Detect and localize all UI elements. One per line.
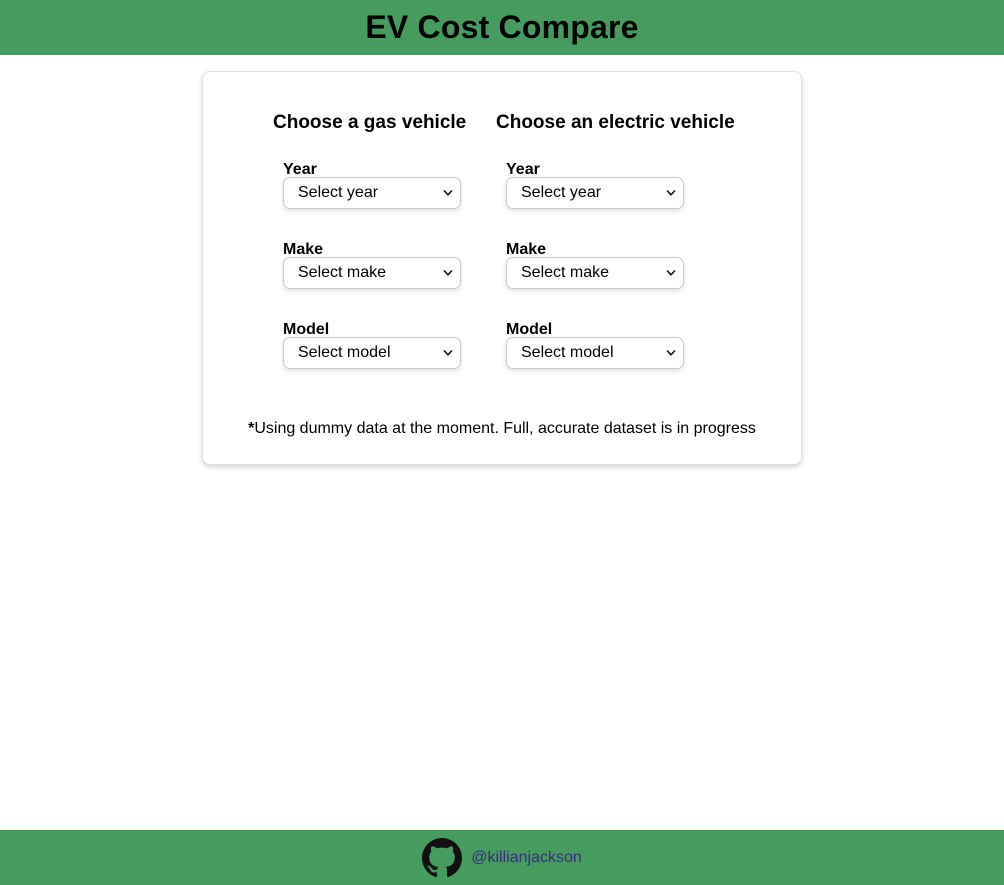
github-profile-link[interactable]: @killianjackson <box>422 837 582 878</box>
gas-model-select-value: Select model <box>298 344 391 361</box>
footer-bar: @killianjackson <box>0 830 1004 885</box>
gas-vehicle-heading: Choose a gas vehicle <box>273 112 467 133</box>
gas-year-select-value: Select year <box>298 184 379 201</box>
ev-model-select-value: Select model <box>521 344 614 361</box>
ev-year-field: Year Select year <box>506 160 684 209</box>
ev-year-select[interactable]: Select year <box>506 177 684 209</box>
github-handle: @killianjackson <box>471 848 582 866</box>
chevron-down-icon <box>443 350 453 356</box>
ev-make-select[interactable]: Select make <box>506 257 684 289</box>
note-text: Using dummy data at the moment. Full, ac… <box>254 420 756 437</box>
ev-model-field: Model Select model <box>506 320 684 369</box>
gas-model-field: Model Select model <box>283 320 461 369</box>
chevron-down-icon <box>443 190 453 196</box>
gas-year-field: Year Select year <box>283 160 461 209</box>
ev-model-select[interactable]: Select model <box>506 337 684 369</box>
gas-make-select-value: Select make <box>298 264 387 281</box>
page-title: EV Cost Compare <box>365 9 639 45</box>
chevron-down-icon <box>666 270 676 276</box>
page: EV Cost Compare Choose a gas vehicle Yea… <box>0 0 1004 885</box>
gas-make-select[interactable]: Select make <box>283 257 461 289</box>
chevron-down-icon <box>666 350 676 356</box>
gas-model-select[interactable]: Select model <box>283 337 461 369</box>
dummy-data-note: *Using dummy data at the moment. Full, a… <box>203 420 801 438</box>
ev-make-field: Make Select make <box>506 240 684 289</box>
header-bar: EV Cost Compare <box>0 0 1004 55</box>
ev-make-select-value: Select make <box>521 264 610 281</box>
electric-vehicle-heading: Choose an electric vehicle <box>496 112 735 133</box>
chevron-down-icon <box>443 270 453 276</box>
gas-make-field: Make Select make <box>283 240 461 289</box>
ev-year-select-value: Select year <box>521 184 602 201</box>
github-icon <box>422 837 463 877</box>
vehicle-selection-card: Choose a gas vehicle Year Select year Ma… <box>202 71 802 465</box>
chevron-down-icon <box>666 190 676 196</box>
gas-year-select[interactable]: Select year <box>283 177 461 209</box>
